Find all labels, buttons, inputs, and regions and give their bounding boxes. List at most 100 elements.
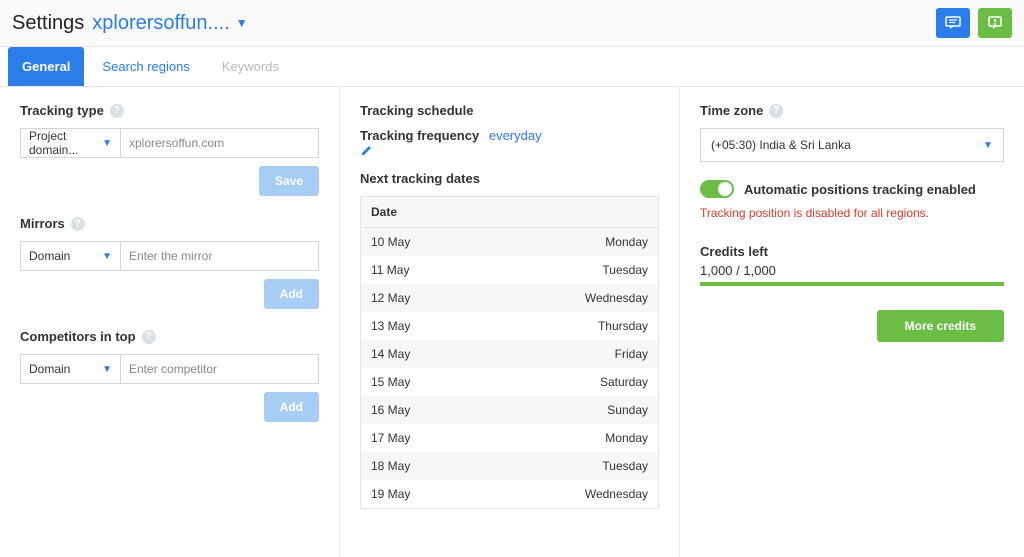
mirrors-section: Mirrors ? Domain ▼ Enter the mirror Add [20,216,319,309]
weekday-cell: Monday [605,235,648,249]
more-credits-button[interactable]: More credits [877,310,1004,342]
mirrors-label: Mirrors ? [20,216,319,231]
help-icon[interactable]: ? [142,330,156,344]
auto-tracking-toggle-row: Automatic positions tracking enabled [700,180,1004,198]
competitors-select-value: Domain [29,362,70,376]
timezone-text: Time zone [700,103,763,118]
date-cell: 14 May [371,347,410,361]
tab-general[interactable]: General [8,47,84,86]
date-cell: 12 May [371,291,410,305]
tabs: General Search regions Keywords [0,47,1024,87]
credits-progress-bar [700,282,1004,286]
tracking-schedule-label: Tracking schedule [360,103,659,118]
weekday-cell: Wednesday [585,487,648,501]
table-row: 12 May Wednesday [361,284,658,312]
project-name: xplorersoffun.... [92,12,229,35]
mirrors-text: Mirrors [20,216,65,231]
tracking-disabled-warning: Tracking position is disabled for all re… [700,206,1004,220]
help-icon[interactable]: ? [71,217,85,231]
weekday-cell: Saturday [600,375,648,389]
date-cell: 10 May [371,235,410,249]
feedback-button[interactable] [978,8,1012,38]
date-cell: 17 May [371,431,410,445]
tracking-type-label: Tracking type ? [20,103,319,118]
table-row: 10 May Monday [361,228,658,256]
tracking-type-select[interactable]: Project domain... ▼ [20,128,120,158]
chat-button[interactable] [936,8,970,38]
table-row: 19 May Wednesday [361,480,658,508]
tracking-type-text: Tracking type [20,103,104,118]
weekday-cell: Wednesday [585,291,648,305]
tracking-type-panel: Tracking type ? Project domain... ▼ xplo… [0,87,340,557]
credits-value: 1,000 / 1,000 [700,263,1004,278]
table-row: 13 May Thursday [361,312,658,340]
tracking-frequency-label: Tracking frequency [360,128,479,143]
weekday-cell: Tuesday [602,459,648,473]
tracking-frequency-value: everyday [489,128,542,143]
table-row: 18 May Tuesday [361,452,658,480]
tab-search-regions[interactable]: Search regions [88,47,203,86]
chevron-down-icon: ▼ [102,364,112,375]
timezone-select[interactable]: (+05:30) India & Sri Lanka ▼ [700,128,1004,162]
timezone-label: Time zone ? [700,103,1004,118]
tracking-schedule-panel: Tracking schedule Tracking frequency eve… [340,87,680,557]
chevron-down-icon: ▼ [102,251,112,262]
competitors-select[interactable]: Domain ▼ [20,354,120,384]
table-row: 15 May Saturday [361,368,658,396]
mirrors-select[interactable]: Domain ▼ [20,241,120,271]
table-row: 14 May Friday [361,340,658,368]
mirrors-select-value: Domain [29,249,70,263]
date-cell: 16 May [371,403,410,417]
help-icon[interactable]: ? [110,104,124,118]
add-mirror-button[interactable]: Add [264,279,319,309]
content-area: Tracking type ? Project domain... ▼ xplo… [0,87,1024,557]
competitors-input[interactable]: Enter competitor [120,354,319,384]
page-title: Settings [12,12,84,35]
next-dates-label: Next tracking dates [360,171,659,186]
save-button[interactable]: Save [259,166,319,196]
dates-table-header: Date [361,197,658,228]
date-cell: 15 May [371,375,410,389]
competitors-label: Competitors in top ? [20,329,319,344]
timezone-value: (+05:30) India & Sri Lanka [711,138,851,152]
weekday-cell: Thursday [598,319,648,333]
weekday-cell: Tuesday [602,263,648,277]
tracking-domain-input[interactable]: xplorersoffun.com [120,128,319,158]
tracking-frequency-row: Tracking frequency everyday [360,128,659,157]
tracking-type-select-value: Project domain... [29,129,102,157]
auto-tracking-toggle[interactable] [700,180,734,198]
mirrors-input[interactable]: Enter the mirror [120,241,319,271]
header-right [936,8,1012,38]
competitors-section: Competitors in top ? Domain ▼ Enter comp… [20,329,319,422]
edit-frequency-button[interactable] [360,143,659,157]
header-left: Settings xplorersoffun.... ▼ [12,12,248,35]
date-cell: 11 May [371,263,409,277]
table-row: 17 May Monday [361,424,658,452]
competitors-text: Competitors in top [20,329,136,344]
feedback-icon [987,15,1003,31]
table-row: 11 May Tuesday [361,256,658,284]
dates-body: 10 May Monday 11 May Tuesday 12 May Wednesday… [361,228,658,508]
chevron-down-icon: ▼ [236,16,248,30]
chat-icon [945,16,961,30]
project-selector-dropdown[interactable]: xplorersoffun.... ▼ [92,12,247,35]
date-cell: 19 May [371,487,410,501]
weekday-cell: Sunday [607,403,648,417]
date-cell: 18 May [371,459,410,473]
toggle-knob [718,182,732,196]
timezone-credits-panel: Time zone ? (+05:30) India & Sri Lanka ▼… [680,87,1024,557]
settings-header: Settings xplorersoffun.... ▼ [0,0,1024,47]
auto-tracking-label: Automatic positions tracking enabled [744,182,976,197]
weekday-cell: Monday [605,431,648,445]
credits-left-label: Credits left [700,244,1004,259]
date-cell: 13 May [371,319,410,333]
tracking-type-section: Tracking type ? Project domain... ▼ xplo… [20,103,319,196]
dates-table: Date 10 May Monday 11 May Tuesday 12 May Wedn… [360,196,659,509]
table-row: 16 May Sunday [361,396,658,424]
pencil-icon [360,143,374,157]
help-icon[interactable]: ? [769,104,783,118]
add-competitor-button[interactable]: Add [264,392,319,422]
weekday-cell: Friday [615,347,648,361]
chevron-down-icon: ▼ [102,138,112,149]
tab-keywords: Keywords [208,47,293,86]
